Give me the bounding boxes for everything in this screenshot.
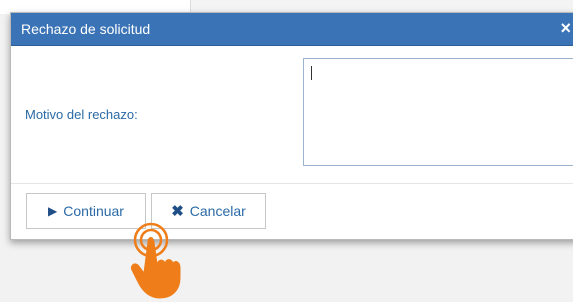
reject-request-dialog: Rechazo de solicitud × Motivo del rechaz… (10, 12, 573, 240)
hand-pointer-icon (131, 237, 181, 299)
dialog-title: Rechazo de solicitud (21, 21, 151, 37)
continue-button-label: Continuar (63, 203, 124, 219)
dialog-divider (11, 183, 573, 184)
text-caret (311, 66, 312, 80)
rejection-reason-label: Motivo del rechazo: (25, 107, 138, 122)
rejection-reason-textarea[interactable] (303, 58, 573, 166)
close-icon[interactable]: × (560, 18, 571, 38)
dialog-titlebar: Rechazo de solicitud × (11, 13, 573, 46)
close-icon: ✖ (171, 203, 184, 220)
continue-button[interactable]: ▶ Continuar (26, 193, 146, 229)
play-icon: ▶ (48, 204, 58, 218)
cancel-button-label: Cancelar (189, 203, 246, 219)
cancel-button[interactable]: ✖ Cancelar (151, 193, 266, 229)
